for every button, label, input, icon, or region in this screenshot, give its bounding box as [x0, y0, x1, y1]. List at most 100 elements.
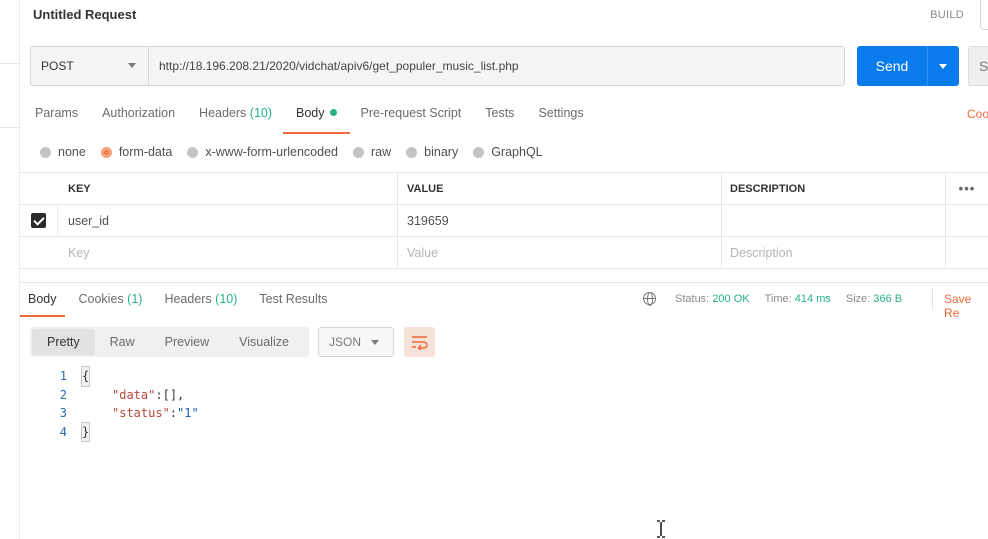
chevron-down-icon	[371, 340, 379, 345]
tab-settings[interactable]: Settings	[538, 106, 583, 134]
url-input[interactable]: http://18.196.208.21/2020/vidchat/apiv6/…	[149, 47, 844, 85]
json-value: [],	[162, 387, 185, 402]
divider	[0, 127, 20, 128]
request-header: Untitled Request BUILD	[20, 0, 988, 30]
divider	[927, 46, 928, 86]
view-visualize[interactable]: Visualize	[239, 335, 289, 349]
chevron-down-icon	[128, 63, 136, 68]
divider	[932, 289, 933, 309]
request-tabs: Params Authorization Headers (10) Body P…	[35, 106, 608, 134]
tab-cookies[interactable]: Cookies (1)	[79, 292, 143, 316]
param-value[interactable]: 319659	[398, 205, 722, 236]
tab-response-headers[interactable]: Headers (10)	[164, 292, 237, 316]
wrap-lines-button[interactable]	[404, 327, 435, 357]
code-link[interactable]: Coo	[967, 107, 988, 121]
json-brace: {	[80, 366, 91, 387]
code-line: 1 {	[55, 366, 199, 387]
new-description-input[interactable]: Description	[722, 237, 946, 268]
radio-icon	[353, 146, 364, 158]
view-pretty[interactable]: Pretty	[32, 329, 95, 355]
table-row-new: Key Value Description	[20, 237, 988, 269]
radio-selected-icon	[100, 146, 112, 158]
radio-x-www-form-urlencoded[interactable]: x-www-form-urlencoded	[187, 145, 338, 159]
table-row: user_id 319659	[20, 205, 988, 237]
json-brace: }	[80, 421, 91, 442]
time-value: 414 ms	[794, 292, 831, 305]
row-checkbox-cell	[20, 205, 58, 236]
new-value-input[interactable]: Value	[398, 237, 722, 268]
globe-icon[interactable]	[643, 292, 656, 306]
tab-response-body[interactable]: Body	[20, 292, 64, 317]
row-end	[946, 205, 988, 236]
code-line: 4 }	[55, 421, 199, 442]
headers-count: (10)	[249, 106, 273, 120]
checkbox-checked-icon[interactable]	[31, 213, 46, 228]
response-code[interactable]: 1 { 2 "data": [], 3 "status": "1" 4 }	[55, 366, 199, 442]
headers-count: (10)	[215, 292, 238, 306]
body-type-radios: none form-data x-www-form-urlencoded raw…	[40, 145, 558, 159]
response-tabs: Body Cookies (1) Headers (10) Test Resul…	[20, 292, 350, 317]
body-indicator-dot	[329, 109, 337, 117]
request-title[interactable]: Untitled Request	[33, 7, 136, 22]
json-key: "data"	[112, 387, 156, 402]
send-label: Send	[875, 58, 909, 74]
status-value: 200 OK	[712, 292, 750, 305]
json-key: "status"	[112, 406, 170, 420]
tab-test-results[interactable]: Test Results	[259, 292, 327, 316]
radio-icon	[473, 146, 485, 158]
wrap-lines-icon	[412, 336, 428, 350]
view-preview[interactable]: Preview	[165, 335, 209, 349]
tab-params[interactable]: Params	[35, 106, 78, 134]
divider	[0, 63, 20, 64]
line-number: 4	[59, 424, 67, 439]
row-end	[946, 237, 988, 268]
radio-graphql[interactable]: GraphQL	[473, 145, 543, 159]
radio-icon	[40, 146, 51, 158]
build-toggle[interactable]: BUILD	[930, 9, 964, 21]
radio-icon	[187, 146, 199, 158]
send-button[interactable]: Send	[857, 46, 959, 86]
radio-raw[interactable]: raw	[353, 145, 391, 159]
text-cursor-icon	[657, 520, 665, 538]
param-description[interactable]	[722, 205, 946, 236]
table-header-row: KEY VALUE DESCRIPTION •••	[20, 173, 988, 205]
response-divider[interactable]	[20, 282, 988, 283]
save-button[interactable]: S	[968, 46, 988, 86]
radio-form-data[interactable]: form-data	[100, 145, 172, 159]
column-header-description: DESCRIPTION	[722, 173, 946, 204]
params-table: KEY VALUE DESCRIPTION ••• user_id 319659…	[20, 172, 988, 269]
tab-body[interactable]: Body	[283, 106, 349, 134]
tab-authorization[interactable]: Authorization	[102, 106, 175, 134]
size-value: 366 B	[873, 292, 903, 305]
line-number: 2	[59, 387, 67, 402]
method-select[interactable]: POST	[31, 47, 149, 85]
response-meta: Status: 200 OK Time: 414 ms Size: 366 B	[643, 292, 917, 306]
size-info[interactable]: Size: 366 B	[846, 293, 902, 305]
row-checkbox-cell	[20, 237, 58, 268]
radio-icon	[406, 146, 418, 158]
param-key[interactable]: user_id	[58, 205, 398, 236]
column-header-key: KEY	[58, 173, 398, 204]
response-view-tabs: Pretty Raw Preview Visualize	[30, 327, 309, 357]
header-spacer	[20, 173, 58, 204]
status-info[interactable]: Status: 200 OK	[675, 293, 750, 305]
tab-pre-request-script[interactable]: Pre-request Script	[361, 106, 462, 134]
new-key-input[interactable]: Key	[58, 237, 398, 268]
code-line: 2 "data": [],	[55, 386, 199, 405]
chevron-down-icon[interactable]	[939, 63, 947, 69]
tab-headers[interactable]: Headers (10)	[199, 106, 272, 134]
line-number: 3	[59, 406, 67, 420]
time-info[interactable]: Time: 414 ms	[765, 293, 831, 305]
code-line: 3 "status": "1"	[55, 404, 199, 423]
url-bar: POST http://18.196.208.21/2020/vidchat/a…	[30, 46, 845, 86]
save-response-button[interactable]: Save Re	[944, 292, 988, 320]
radio-none[interactable]: none	[40, 145, 86, 159]
format-label: JSON	[329, 335, 362, 349]
more-options-icon[interactable]: •••	[946, 173, 988, 204]
format-select[interactable]: JSON	[318, 327, 394, 357]
mode-switch-edge[interactable]	[980, 0, 988, 30]
radio-binary[interactable]: binary	[406, 145, 458, 159]
tab-tests[interactable]: Tests	[485, 106, 514, 134]
view-raw[interactable]: Raw	[110, 335, 135, 349]
column-header-value: VALUE	[398, 173, 722, 204]
